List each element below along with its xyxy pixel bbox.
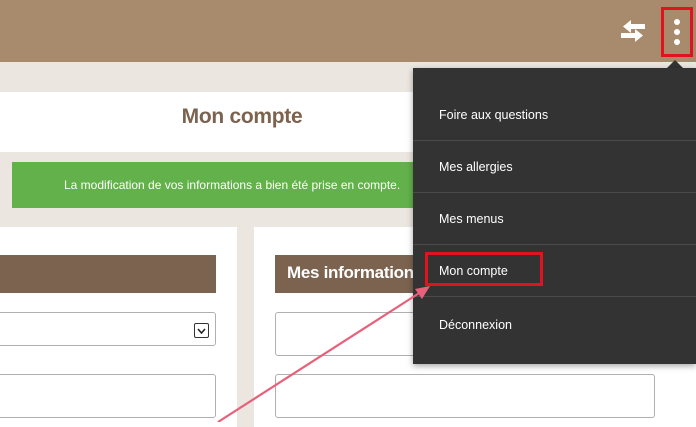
menu-caret (667, 60, 683, 68)
menu-item-menus[interactable]: Mes menus (413, 193, 696, 245)
kebab-menu-button[interactable] (661, 7, 693, 57)
left-card (0, 227, 237, 427)
top-bar (0, 0, 696, 62)
information-field-2[interactable] (275, 374, 655, 418)
select-field[interactable] (0, 312, 216, 346)
menu-item-label: Foire aux questions (439, 107, 549, 122)
page-title: Mon compte (181, 105, 303, 128)
success-message: La modification de vos informations a bi… (64, 178, 401, 192)
text-field-left[interactable] (0, 374, 216, 418)
menu-item-label: Mon compte (439, 263, 508, 278)
left-card-header (0, 255, 216, 293)
menu-item-allergies[interactable]: Mes allergies (413, 141, 696, 193)
swap-button[interactable] (616, 14, 650, 48)
menu-item-label: Mes menus (439, 211, 504, 226)
menu-item-faq[interactable]: Foire aux questions (413, 89, 696, 141)
dropdown-menu: Foire aux questions Mes allergies Mes me… (413, 68, 696, 364)
right-card-heading: Mes informations (287, 263, 423, 282)
swap-arrows-icon (621, 20, 645, 42)
kebab-menu-icon (674, 19, 680, 45)
menu-item-label: Déconnexion (439, 318, 512, 332)
chevron-down-icon (194, 323, 209, 338)
menu-item-label: Mes allergies (439, 159, 513, 174)
menu-item-logout[interactable]: Déconnexion (413, 299, 696, 351)
menu-item-account[interactable]: Mon compte (413, 245, 696, 297)
